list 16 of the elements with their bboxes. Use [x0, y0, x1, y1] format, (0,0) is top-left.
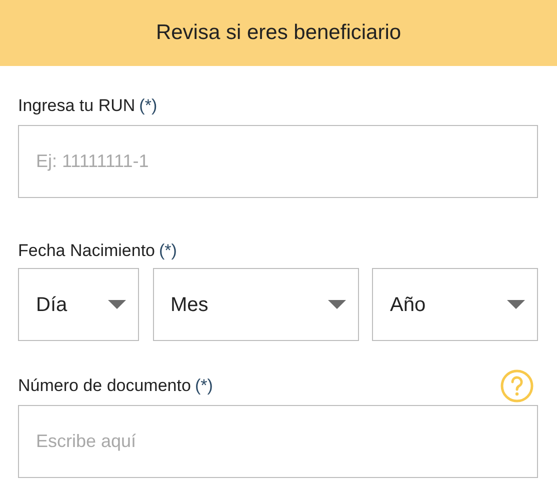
dropdown[interactable]: Día	[18, 268, 139, 341]
input-field[interactable]: Escribe aquí	[18, 405, 538, 478]
help-icon[interactable]	[500, 369, 534, 403]
required-mark: (*)	[139, 95, 158, 118]
field-label: Ingresa tu RUN	[18, 95, 136, 118]
caret-icon	[328, 300, 346, 309]
caret-icon	[108, 300, 126, 309]
required-mark: (*)	[159, 240, 177, 262]
field-label: Fecha Nacimiento	[18, 240, 156, 262]
field-label: Número de documento	[18, 375, 191, 398]
header-title: Revisa si eres beneficiario	[156, 20, 402, 46]
input-field[interactable]: Ej: 11111111-1	[18, 125, 538, 198]
dropdown[interactable]: Mes	[152, 268, 358, 341]
caret-icon	[507, 300, 525, 309]
dropdown[interactable]: Año	[372, 268, 538, 341]
required-mark: (*)	[194, 375, 213, 398]
